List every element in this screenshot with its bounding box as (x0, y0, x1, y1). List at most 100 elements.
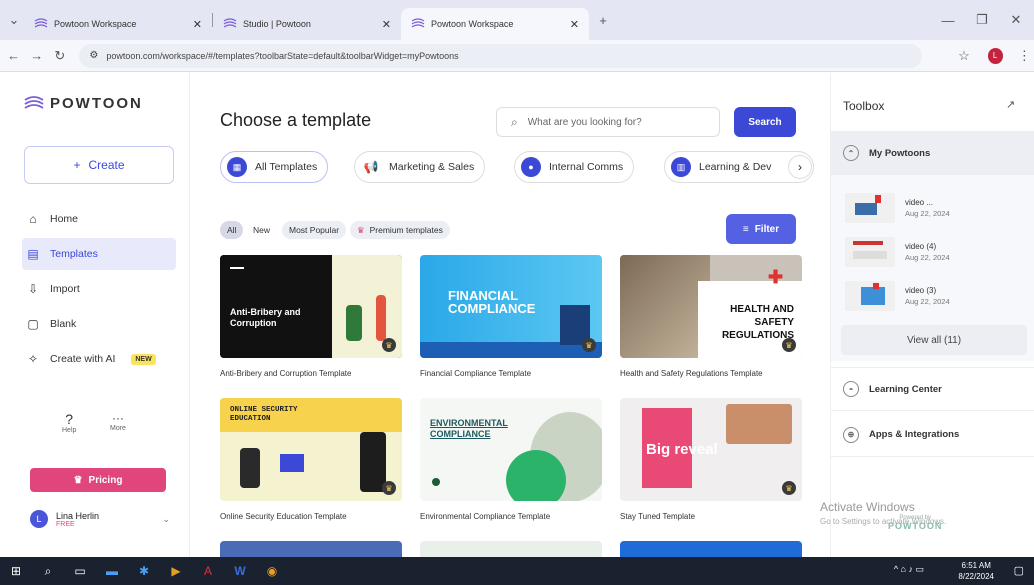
view-all-button[interactable]: View all (11) (841, 325, 1027, 355)
restore-icon[interactable]: ❐ (972, 12, 992, 28)
tab-list-chevron-icon[interactable]: ⌄ (4, 12, 24, 28)
chrome-icon[interactable]: ◉ (256, 557, 288, 585)
powtoon-logo[interactable]: POWTOON (24, 95, 143, 112)
more-dots-icon: ··· (111, 411, 124, 425)
filter-chip-most-popular[interactable]: Most Popular (282, 221, 347, 239)
sidebar-item-templates[interactable]: ▤ Templates (22, 238, 176, 270)
media-player-icon[interactable]: ▶ (160, 557, 192, 585)
thumb-title: ENVIRONMENTAL COMPLIANCE (430, 418, 508, 439)
category-internal-comms[interactable]: ● Internal Comms (514, 151, 635, 183)
template-thumbnail[interactable]: ✚ HEALTH AND SAFETY REGULATIONS ♛ (620, 255, 802, 358)
logo-text: POWTOON (50, 95, 143, 112)
pricing-label: Pricing (88, 474, 123, 486)
new-tab-icon[interactable]: + (593, 13, 613, 28)
sidebar-item-blank[interactable]: ▢ Blank (22, 308, 176, 340)
user-menu[interactable]: L Lina Herlin FREE ⌄ (30, 510, 170, 528)
acrobat-icon[interactable]: A (192, 557, 224, 585)
plus-icon: + (73, 158, 81, 172)
system-tray-icons[interactable]: ^ ⌂ ♪ ▭ (894, 564, 924, 575)
blank-page-icon: ▢ (27, 317, 39, 331)
template-thumbnail[interactable]: Big reveal ♛ (620, 398, 802, 501)
windows-taskbar: ⊞ ⌕ ▭ ▬ ✱ ▶ A W ◉ ^ ⌂ ♪ ▭ 6:51 AM 8/22/2… (0, 557, 1034, 585)
window-close-icon[interactable]: ✕ (1006, 12, 1026, 28)
search-button[interactable]: Search (734, 107, 796, 137)
filter-chip-premium[interactable]: ♛ Premium templates (350, 221, 450, 239)
site-settings-icon[interactable]: ⚙ (89, 50, 98, 61)
template-thumbnail[interactable]: FINANCIAL COMPLIANCE ♛ (420, 255, 602, 358)
video-item[interactable]: video (4) Aug 22, 2024 (845, 237, 950, 267)
template-card[interactable]: ONLINE SECURITY EDUCATION ♛ Online Secur… (220, 398, 402, 521)
template-card[interactable]: FINANCIAL COMPLIANCE ♛ Financial Complia… (420, 255, 602, 378)
profile-avatar[interactable]: L (987, 47, 1003, 64)
template-card[interactable]: ✚ HEALTH AND SAFETY REGULATIONS ♛ Health… (620, 255, 802, 378)
tab-close-icon[interactable]: ✕ (193, 18, 202, 31)
apps-integrations-section[interactable]: ⊕ Apps & Integrations (831, 413, 1034, 457)
browser-menu-icon[interactable]: ⋮ (1015, 48, 1034, 64)
search-input[interactable]: ⌕ What are you looking for? (496, 107, 720, 137)
category-label: Internal Comms (549, 161, 624, 173)
minimize-icon[interactable]: — (938, 13, 958, 28)
template-card[interactable]: ENVIRONMENTAL COMPLIANCE Environmental C… (420, 398, 602, 521)
filter-chip-new[interactable]: New (246, 221, 277, 239)
thumb-title: ONLINE SECURITY EDUCATION (230, 406, 298, 423)
template-card[interactable]: Anti-Bribery and Corruption ♛ Anti-Bribe… (220, 255, 402, 378)
collapse-chevron-icon: ⌃ (843, 145, 859, 161)
template-thumbnail[interactable] (620, 541, 802, 557)
categories-next-arrow[interactable]: › (788, 155, 812, 179)
search-icon[interactable]: ⌕ (32, 557, 64, 585)
browser-tab-3-active[interactable]: Powtoon Workspace ✕ (401, 8, 589, 40)
crown-icon: ♛ (357, 224, 365, 235)
book-icon: ▥ (671, 157, 691, 177)
url-field[interactable]: ⚙ powtoon.com/workspace/#/templates?tool… (79, 43, 923, 68)
video-item[interactable]: video (3) Aug 22, 2024 (845, 281, 950, 311)
category-marketing-sales[interactable]: 📢 Marketing & Sales (354, 151, 486, 183)
learning-center-section[interactable]: ◓ Learning Center (831, 367, 1034, 411)
expand-icon[interactable]: ↗ (1006, 98, 1015, 111)
thumb-title: FINANCIAL COMPLIANCE (448, 288, 536, 316)
sidebar-item-home[interactable]: ⌂ Home (22, 203, 176, 235)
my-powtoons-section[interactable]: ⌃ My Powtoons (831, 131, 1034, 175)
main-content: Choose a template ⌕ What are you looking… (190, 73, 830, 557)
powtoon-favicon (34, 18, 48, 28)
back-arrow-icon[interactable]: ← (4, 48, 23, 63)
video-item[interactable]: video ... Aug 22, 2024 (845, 193, 950, 223)
reload-icon[interactable]: ↻ (50, 48, 69, 64)
browser-tab-1[interactable]: Powtoon Workspace ✕ (24, 8, 212, 40)
template-thumbnail[interactable]: ONLINE SECURITY EDUCATION ♛ (220, 398, 402, 501)
pricing-button[interactable]: ♛ Pricing (30, 468, 166, 492)
sidebar-item-create-with-ai[interactable]: ✧ Create with AI NEW (22, 343, 176, 375)
word-icon[interactable]: W (224, 557, 256, 585)
tab-close-icon[interactable]: ✕ (570, 18, 579, 31)
task-view-icon[interactable]: ▭ (64, 557, 96, 585)
page-title: Choose a template (220, 110, 372, 130)
template-thumbnail[interactable]: ENVIRONMENTAL COMPLIANCE (420, 398, 602, 501)
taskbar-clock[interactable]: 6:51 AM 8/22/2024 (958, 560, 994, 582)
browser-tab-2[interactable]: Studio | Powtoon ✕ (213, 8, 401, 40)
template-thumbnail[interactable] (420, 541, 602, 557)
filter-chip-all[interactable]: All (220, 221, 244, 239)
bookmark-star-icon[interactable]: ☆ (954, 48, 973, 64)
tab-close-icon[interactable]: ✕ (382, 18, 391, 31)
category-label: Learning & Dev (699, 161, 772, 173)
more-button[interactable]: ··· More (110, 411, 126, 432)
bluetooth-icon[interactable]: ✱ (128, 557, 160, 585)
powered-by-badge: Powered by POWTOON (888, 514, 942, 531)
powtoon-favicon (223, 18, 237, 28)
powtoon-favicon (411, 18, 425, 28)
help-button[interactable]: ? Help (62, 411, 76, 434)
video-thumbnail (845, 281, 895, 311)
notifications-icon[interactable]: ▢ (1014, 564, 1024, 577)
section-label: Learning Center (869, 383, 942, 395)
forward-arrow-icon[interactable]: → (27, 48, 46, 63)
template-thumbnail[interactable]: Anti-Bribery and Corruption ♛ (220, 255, 402, 358)
filter-button[interactable]: ≡ Filter (726, 214, 796, 244)
category-all-templates[interactable]: ▦ All Templates (220, 151, 329, 183)
sidebar-item-import[interactable]: ⇩ Import (22, 273, 176, 305)
template-thumbnail[interactable] (220, 541, 402, 557)
tab-title: Powtoon Workspace (54, 19, 137, 29)
new-badge: NEW (131, 353, 156, 365)
windows-start-icon[interactable]: ⊞ (0, 557, 32, 585)
template-card[interactable]: Big reveal ♛ Stay Tuned Template (620, 398, 802, 521)
create-button[interactable]: + Create (24, 146, 174, 184)
file-explorer-icon[interactable]: ▬ (96, 557, 128, 585)
